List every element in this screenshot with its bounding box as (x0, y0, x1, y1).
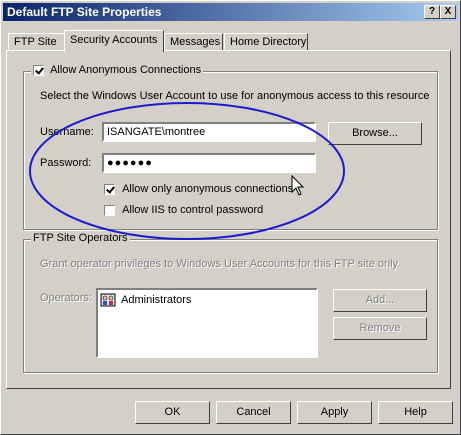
annotation-ellipse (29, 102, 345, 240)
title-bar[interactable]: Default FTP Site Properties ? X (3, 3, 458, 21)
operators-list[interactable]: Administrators (96, 288, 318, 358)
properties-dialog: Default FTP Site Properties ? X FTP Site… (0, 0, 461, 435)
help-button[interactable]: Help (378, 401, 453, 424)
apply-button[interactable]: Apply (297, 401, 372, 424)
help-title-button[interactable]: ? (424, 5, 440, 19)
allow-anonymous-label: Allow Anonymous Connections (50, 64, 202, 76)
tab-home-directory[interactable]: Home Directory (224, 33, 308, 51)
tab-ftp-site[interactable]: FTP Site (8, 33, 65, 51)
operators-label: Operators: (40, 292, 92, 304)
operator-name: Administrators (121, 293, 192, 306)
mouse-cursor-icon (291, 175, 305, 196)
tab-security-accounts[interactable]: Security Accounts (64, 30, 164, 52)
remove-operator-button[interactable]: Remove (333, 317, 427, 340)
list-item[interactable]: Administrators (100, 293, 191, 307)
allow-anonymous-checkbox[interactable] (33, 64, 44, 76)
window-title: Default FTP Site Properties (7, 5, 162, 19)
anonymous-group-title[interactable]: Allow Anonymous Connections (31, 64, 204, 76)
operators-description: Grant operator privileges to Windows Use… (40, 258, 401, 270)
add-operator-button[interactable]: Add... (333, 289, 427, 312)
user-group-icon (100, 293, 116, 307)
tab-messages[interactable]: Messages (164, 33, 223, 51)
close-button[interactable]: X (440, 5, 456, 19)
operators-group: FTP Site Operators Grant operator privil… (23, 232, 438, 373)
tab-panel: Allow Anonymous Connections Select the W… (6, 50, 451, 389)
cancel-button[interactable]: Cancel (216, 401, 291, 424)
ok-button[interactable]: OK (135, 401, 210, 424)
